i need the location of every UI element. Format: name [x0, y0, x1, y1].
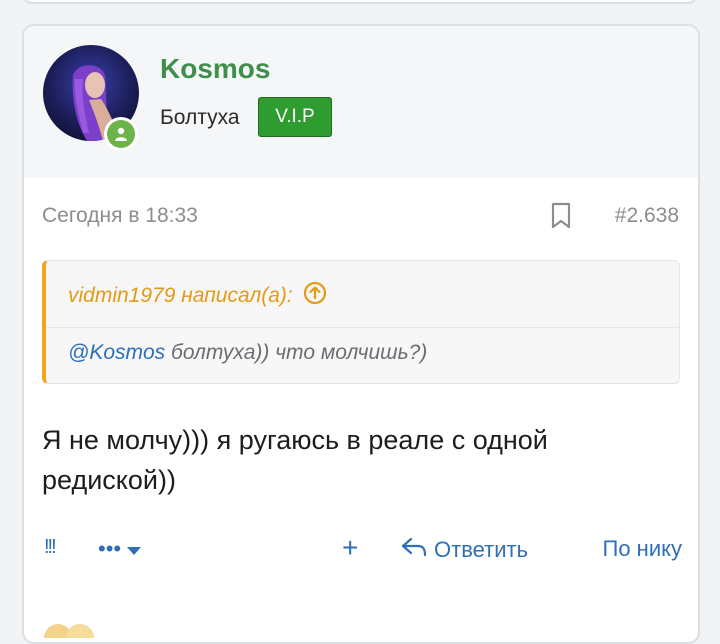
previous-post-card — [22, 0, 698, 4]
post-author-header: Kosmos Болтуха V.I.P — [24, 26, 698, 178]
reactions-preview[interactable] — [42, 608, 102, 642]
username-link[interactable]: Kosmos — [160, 53, 270, 85]
quote-block: vidmin1979 написал(а): @Kosmos болтуха))… — [42, 260, 680, 384]
post-body: Я не молчу))) я ругаюсь в реале с одной … — [42, 425, 548, 495]
user-title: Болтуха — [160, 106, 240, 129]
post-date[interactable]: Сегодня в 18:33 — [42, 204, 198, 228]
quote-text: @Kosmos болтуха)) что молчишь?) — [68, 341, 427, 365]
post-actions-bar: !!! ••• + Ответить По нику — [42, 532, 682, 570]
more-menu-button[interactable]: ••• — [98, 536, 142, 562]
reply-arrow-icon — [400, 536, 428, 564]
post-card: Kosmos Болтуха V.I.P Сегодня в 18:33 #2.… — [22, 24, 700, 644]
quote-author[interactable]: vidmin1979 написал(а): — [68, 284, 293, 308]
more-dots-icon: ••• — [98, 536, 122, 561]
vip-badge: V.I.P — [258, 97, 332, 137]
add-reaction-button[interactable]: + — [342, 532, 358, 564]
quote-by-nick-button[interactable]: По нику — [603, 536, 682, 562]
quote-body-text: болтуха)) что молчишь?) — [165, 341, 428, 364]
reply-label: Ответить — [434, 537, 529, 562]
online-user-icon — [107, 120, 135, 148]
bookmark-icon[interactable] — [550, 202, 572, 230]
quote-mention-link[interactable]: @Kosmos — [68, 341, 165, 364]
online-status-badge — [104, 117, 138, 151]
quote-header[interactable]: vidmin1979 написал(а): — [68, 281, 327, 311]
reply-button[interactable]: Ответить — [400, 536, 528, 564]
caret-down-icon — [127, 536, 142, 562]
post-number-link[interactable]: #2.638 — [615, 204, 679, 228]
arrow-up-circle-icon[interactable] — [303, 281, 327, 311]
quote-divider — [46, 327, 679, 328]
report-button[interactable]: !!! — [44, 536, 57, 559]
